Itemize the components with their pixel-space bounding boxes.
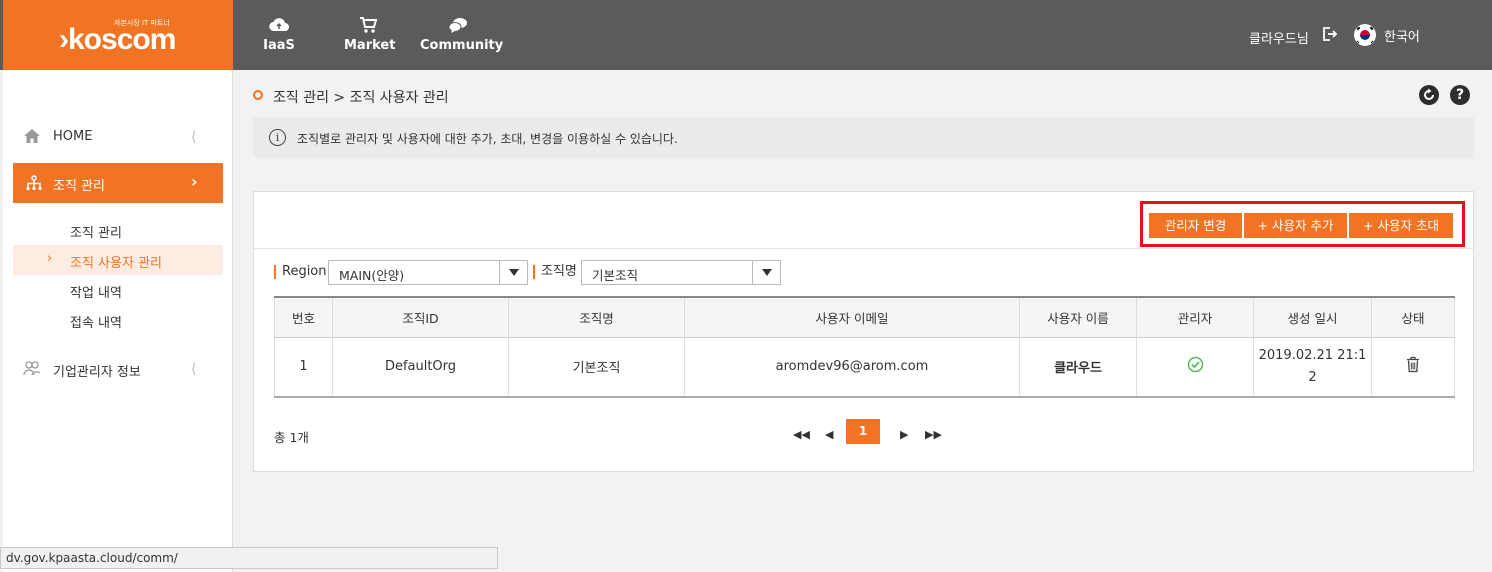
- col-header-created: 생성 일시: [1253, 296, 1372, 338]
- trash-icon[interactable]: [1406, 357, 1420, 377]
- user-management-panel: 관리자 변경 + 사용자 추가 + 사용자 초대 Region MAIN(안양)…: [253, 191, 1474, 472]
- last-page-icon[interactable]: ▶▶: [925, 428, 942, 441]
- browser-status-bar: dv.gov.kpaasta.cloud/comm/: [0, 547, 498, 569]
- col-header-status: 상태: [1371, 296, 1455, 338]
- org-tree-icon: [25, 175, 43, 191]
- info-icon: i: [269, 129, 286, 146]
- korea-flag-icon[interactable]: [1354, 24, 1376, 46]
- org-name-label: 조직명: [533, 265, 577, 279]
- change-admin-button[interactable]: 관리자 변경: [1149, 213, 1242, 238]
- refresh-icon[interactable]: [1419, 85, 1439, 105]
- sidebar-home-label: HOME: [53, 129, 93, 144]
- col-header-org-id: 조직ID: [332, 296, 509, 338]
- sidebar-item-corp-admin[interactable]: 기업관리자 정보 ⟨: [3, 358, 233, 380]
- col-header-email: 사용자 이메일: [684, 296, 1020, 338]
- status-url: dv.gov.kpaasta.cloud/comm/: [6, 551, 178, 565]
- users-icon: [23, 360, 41, 376]
- chat-icon: [420, 16, 496, 34]
- created-line-2: 2: [1308, 369, 1317, 385]
- info-message: 조직별로 관리자 및 사용자에 대한 추가, 초대, 변경을 이용하실 수 있습…: [297, 132, 678, 146]
- user-table: 번호 조직ID 조직명 사용자 이메일 사용자 이름 관리자 생성 일시 상태 …: [274, 296, 1455, 398]
- caret-down-icon: [499, 261, 527, 284]
- cell-created: 2019.02.21 21:1 2: [1253, 337, 1372, 398]
- chevron-left-icon: ⟨: [191, 361, 197, 377]
- invite-user-button[interactable]: + 사용자 초대: [1349, 213, 1453, 238]
- sidebar-item-home[interactable]: HOME ⟨: [3, 126, 233, 148]
- cell-status: [1371, 337, 1455, 398]
- cell-admin: [1136, 337, 1254, 398]
- created-line-1: 2019.02.21 21:1: [1258, 347, 1367, 363]
- col-header-user-name: 사용자 이름: [1019, 296, 1137, 338]
- nav-market-label: Market: [344, 38, 396, 53]
- logout-icon[interactable]: [1322, 26, 1338, 42]
- active-arrow-icon: ›: [47, 251, 53, 266]
- koscom-logo[interactable]: 자본시장 IT 파트너 ›koscom: [3, 0, 233, 70]
- nav-community[interactable]: Community: [420, 16, 504, 56]
- sidebar-subitem-org-user-mgmt[interactable]: › 조직 사용자 관리: [13, 245, 223, 275]
- cloud-icon: [263, 16, 295, 34]
- region-label: Region: [274, 265, 327, 279]
- sidebar-subitem-access-history[interactable]: 접속 내역: [13, 305, 223, 335]
- cell-org-name: 기본조직: [508, 337, 685, 398]
- home-icon: [23, 128, 41, 144]
- sidebar-subitem-org-mgmt[interactable]: 조직 관리: [13, 215, 223, 245]
- next-page-icon[interactable]: ▶: [900, 428, 908, 441]
- add-user-button[interactable]: + 사용자 추가: [1244, 213, 1347, 238]
- table-header-row: 번호 조직ID 조직명 사용자 이메일 사용자 이름 관리자 생성 일시 상태: [274, 296, 1455, 338]
- sidebar-item-org-mgmt[interactable]: 조직 관리 ›: [13, 163, 223, 203]
- region-select[interactable]: MAIN(안양): [328, 260, 528, 285]
- nav-iaas[interactable]: IaaS: [263, 16, 295, 56]
- col-header-no: 번호: [274, 296, 333, 338]
- divider: [254, 248, 1473, 249]
- org-name-select[interactable]: 기본조직: [581, 260, 781, 285]
- sidebar-org-mgmt-label: 조직 관리: [53, 179, 105, 194]
- breadcrumb-dot-icon: [253, 90, 263, 100]
- cell-email: aromdev96@arom.com: [684, 337, 1020, 398]
- col-header-org-name: 조직명: [508, 296, 685, 338]
- user-name: 클라우드님: [1249, 32, 1309, 47]
- sidebar: HOME ⟨ 조직 관리 › 조직 관리 › 조직 사용자 관리 작업 내역 접…: [3, 70, 233, 572]
- org-select-value: 기본조직: [592, 268, 639, 283]
- page-current[interactable]: 1: [846, 419, 880, 444]
- language-selector[interactable]: 한국어: [1384, 26, 1420, 45]
- check-circle-icon: [1187, 357, 1204, 377]
- logo-chevron-icon: ›: [59, 23, 69, 56]
- total-count: 총 1개: [274, 430, 309, 445]
- caret-down-icon: [752, 261, 780, 284]
- info-banner: i 조직별로 관리자 및 사용자에 대한 추가, 초대, 변경을 이용하실 수 …: [253, 117, 1474, 158]
- prev-page-icon[interactable]: ◀: [825, 428, 833, 441]
- chevron-left-icon: ⟨: [191, 129, 197, 145]
- chevron-right-icon: ›: [191, 172, 198, 191]
- sidebar-corp-admin-label: 기업관리자 정보: [53, 365, 141, 380]
- nav-iaas-label: IaaS: [263, 38, 295, 53]
- first-page-icon[interactable]: ◀◀: [793, 428, 810, 441]
- nav-market[interactable]: Market: [344, 16, 396, 56]
- table-row[interactable]: 1 DefaultOrg 기본조직 aromdev96@arom.com 클라우…: [274, 337, 1455, 398]
- nav-community-label: Community: [420, 38, 504, 53]
- cell-no: 1: [274, 337, 333, 398]
- help-icon[interactable]: ?: [1450, 85, 1470, 105]
- breadcrumb: 조직 관리 > 조직 사용자 관리: [273, 90, 449, 106]
- col-header-admin: 관리자: [1136, 296, 1254, 338]
- cell-user-name: 클라우드: [1019, 337, 1137, 398]
- logo-wordmark: ›koscom: [59, 23, 176, 56]
- sidebar-subitem-job-history[interactable]: 작업 내역: [13, 275, 223, 305]
- cell-org-id: DefaultOrg: [332, 337, 509, 398]
- cart-icon: [344, 16, 392, 34]
- region-select-value: MAIN(안양): [339, 268, 405, 283]
- top-navigation-bar: 자본시장 IT 파트너 ›koscom IaaS Market Communit…: [0, 0, 1492, 70]
